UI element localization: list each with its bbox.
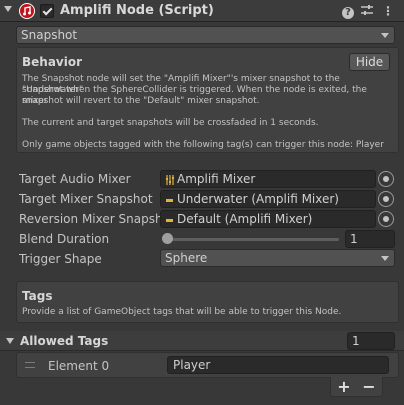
- drag-handle-icon[interactable]: [25, 362, 35, 368]
- element-0-input[interactable]: Player: [167, 356, 389, 374]
- crossfade-description: The current and target snapshots will be…: [22, 118, 319, 128]
- dropdown-arrow-icon: [381, 33, 389, 38]
- presets-icon[interactable]: [359, 3, 375, 19]
- node-type-value: Snapshot: [21, 28, 78, 42]
- trigger-shape-value: Sphere: [165, 251, 208, 265]
- allowed-tags-foldout-icon[interactable]: [6, 338, 14, 344]
- allowed-tags-title[interactable]: Allowed Tags: [20, 334, 108, 348]
- add-element-button[interactable]: +: [334, 377, 354, 397]
- behavior-title: Behavior: [22, 55, 83, 69]
- target-audio-mixer-field[interactable]: Amplifi Mixer: [160, 170, 376, 188]
- context-menu-icon[interactable]: ⋮: [380, 3, 396, 19]
- reversion-mixer-snapshot-label: Reversion Mixer Snapshot: [19, 212, 160, 226]
- blend-duration-label: Blend Duration: [19, 232, 110, 246]
- remove-element-button[interactable]: −: [359, 377, 379, 397]
- node-type-dropdown[interactable]: Snapshot: [16, 26, 395, 44]
- behavior-description-line-3: snapshot will revert to the "Default" mi…: [22, 96, 260, 106]
- trigger-shape-dropdown[interactable]: Sphere: [160, 249, 395, 267]
- target-mixer-snapshot-label: Target Mixer Snapshot: [19, 192, 153, 206]
- reversion-mixer-snapshot-picker-icon[interactable]: [378, 211, 394, 227]
- blend-duration-slider-thumb[interactable]: [162, 233, 173, 244]
- hide-button[interactable]: Hide: [349, 53, 390, 71]
- target-mixer-snapshot-picker-icon[interactable]: [378, 191, 394, 207]
- component-foldout-icon[interactable]: [4, 6, 12, 12]
- tags-requirement-description: Only game objects tagged with the follow…: [22, 140, 384, 150]
- amplifi-script-icon: [19, 3, 35, 19]
- snapshot-icon: [166, 219, 173, 222]
- blend-duration-slider[interactable]: [167, 238, 339, 241]
- trigger-shape-label: Trigger Shape: [19, 252, 102, 266]
- element-0-label: Element 0: [48, 359, 110, 373]
- reversion-mixer-snapshot-value: Default (Amplifi Mixer): [177, 212, 313, 226]
- target-mixer-snapshot-field[interactable]: Underwater (Amplifi Mixer): [160, 190, 376, 208]
- dropdown-arrow-icon: [381, 256, 389, 261]
- component-title: Amplifi Node (Script): [60, 3, 214, 18]
- tags-title: Tags: [22, 289, 53, 303]
- target-audio-mixer-picker-icon[interactable]: [378, 171, 394, 187]
- target-audio-mixer-value: Amplifi Mixer: [177, 172, 256, 186]
- blend-duration-input[interactable]: 1: [345, 230, 395, 248]
- help-icon[interactable]: ?: [340, 3, 356, 19]
- audio-mixer-icon: [166, 175, 174, 185]
- tags-description: Provide a list of GameObject tags that w…: [22, 307, 342, 317]
- reversion-mixer-snapshot-field[interactable]: Default (Amplifi Mixer): [160, 210, 376, 228]
- target-audio-mixer-label: Target Audio Mixer: [19, 172, 131, 186]
- snapshot-icon: [166, 199, 173, 202]
- allowed-tags-size-input[interactable]: 1: [347, 332, 395, 350]
- target-mixer-snapshot-value: Underwater (Amplifi Mixer): [177, 192, 339, 206]
- component-enabled-checkbox[interactable]: [40, 4, 54, 18]
